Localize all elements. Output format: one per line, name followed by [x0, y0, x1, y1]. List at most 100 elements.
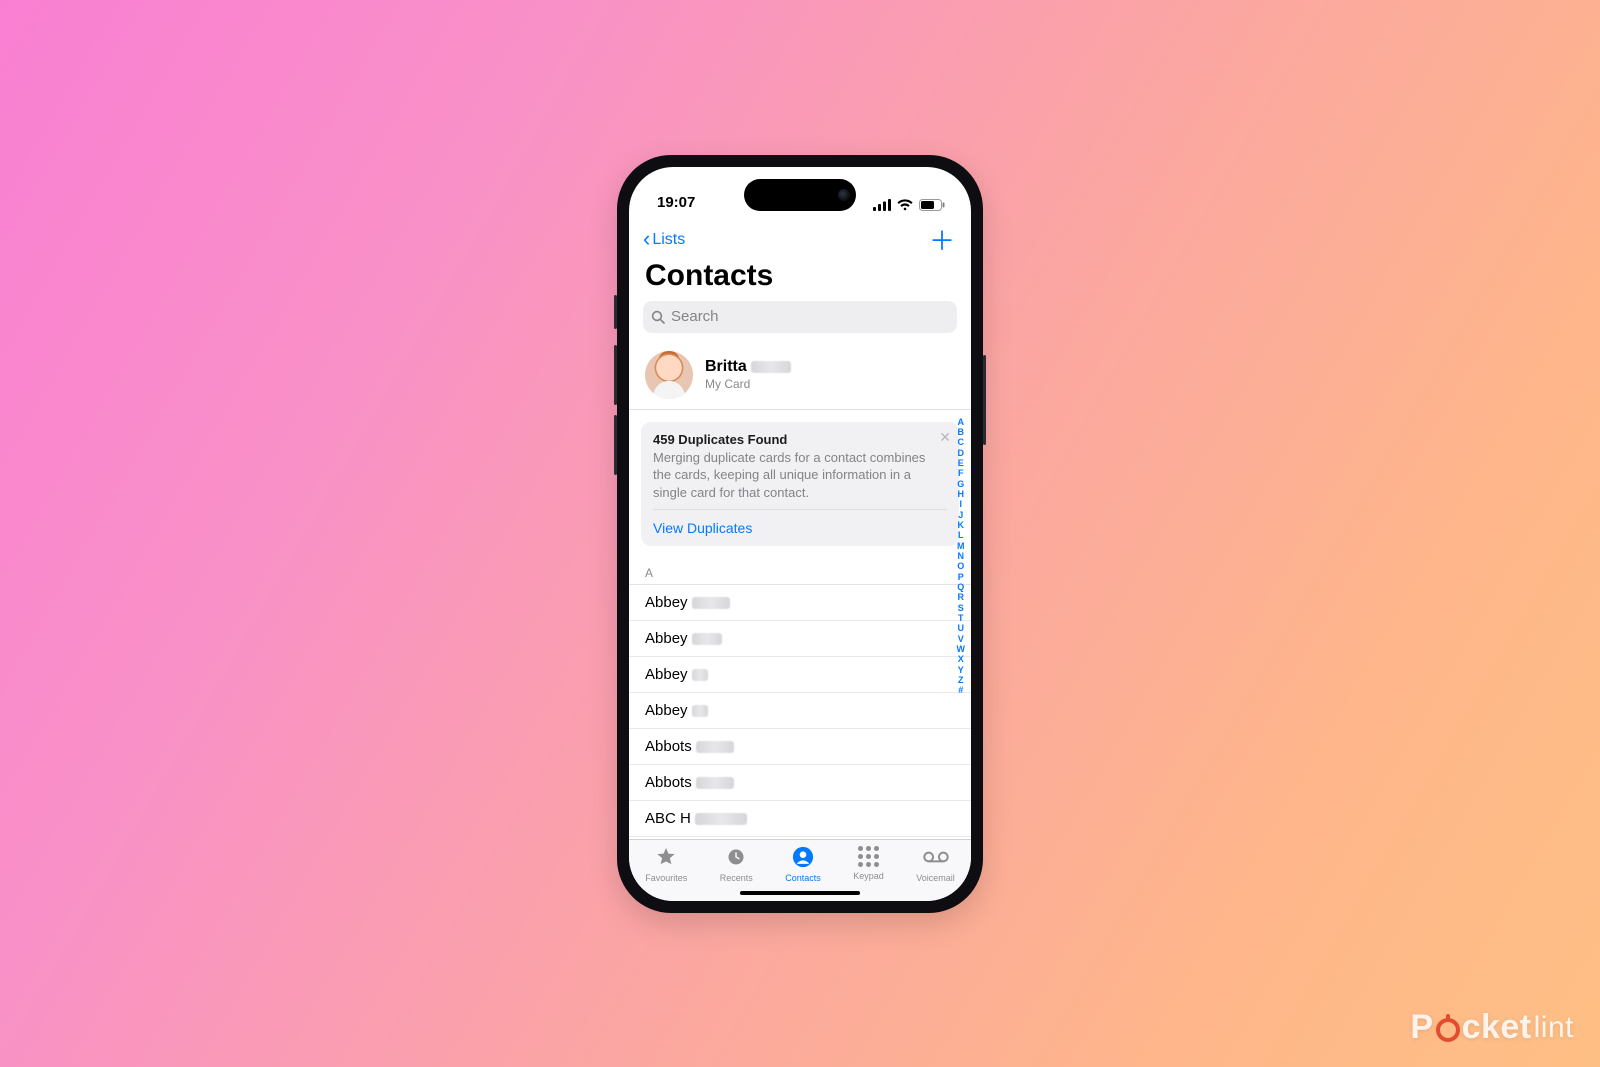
index-letter[interactable]: W [957, 644, 966, 654]
redaction [692, 597, 730, 609]
back-label: Lists [652, 231, 685, 249]
battery-icon [919, 199, 945, 211]
index-letter[interactable]: H [958, 489, 965, 499]
avatar [645, 351, 693, 399]
watermark-cket: cket [1462, 1008, 1532, 1047]
contact-row[interactable]: ABC H [629, 801, 971, 837]
contact-name: Abbots [645, 774, 692, 791]
camera-icon [838, 189, 850, 201]
search-placeholder: Search [671, 308, 719, 325]
index-letter[interactable]: J [958, 510, 963, 520]
close-icon[interactable]: ✕ [939, 430, 951, 444]
index-letter[interactable]: I [959, 499, 962, 509]
contact-name: Abbey [645, 702, 688, 719]
watermark-lint: lint [1534, 1011, 1574, 1045]
home-indicator[interactable] [740, 891, 860, 895]
tab-label: Voicemail [916, 873, 955, 883]
watermark-p: P [1410, 1008, 1433, 1047]
screen: 19:07 ‹ Lists ＋ Contacts Search [629, 167, 971, 901]
mute-switch [614, 295, 617, 329]
keypad-icon [858, 846, 879, 868]
redaction [692, 633, 722, 645]
index-letter[interactable]: Q [957, 582, 964, 592]
power-icon [1436, 1018, 1460, 1042]
redaction [751, 361, 791, 373]
dynamic-island [744, 179, 856, 211]
index-letter[interactable]: P [958, 572, 964, 582]
tab-favourites[interactable]: Favourites [645, 846, 687, 883]
contact-name: Abbey [645, 666, 688, 683]
index-letter[interactable]: T [958, 613, 964, 623]
back-button[interactable]: ‹ Lists [643, 230, 685, 250]
search-icon [651, 310, 665, 324]
watermark: P cket lint [1410, 1008, 1574, 1047]
my-card-row[interactable]: Britta My Card [629, 343, 971, 410]
status-time: 19:07 [657, 194, 695, 211]
phone-frame: 19:07 ‹ Lists ＋ Contacts Search [617, 155, 983, 913]
content[interactable]: Britta My Card ✕ 459 Duplicates Found Me… [629, 337, 971, 839]
tab-keypad[interactable]: Keypad [853, 846, 884, 881]
index-letter[interactable]: K [958, 520, 965, 530]
contact-name: Abbey [645, 594, 688, 611]
index-scrubber[interactable]: ABCDEFGHIJKLMNOPQRSTUVWXYZ# [957, 417, 966, 696]
add-button[interactable]: ＋ [929, 221, 957, 258]
plus-icon: ＋ [929, 226, 955, 256]
index-letter[interactable]: S [958, 603, 964, 613]
nav-header: ‹ Lists ＋ Contacts Search [629, 217, 971, 333]
index-letter[interactable]: O [957, 561, 964, 571]
index-letter[interactable]: C [958, 437, 965, 447]
index-letter[interactable]: L [958, 530, 964, 540]
recents-icon [726, 846, 746, 870]
index-letter[interactable]: F [958, 468, 964, 478]
page-title: Contacts [643, 255, 957, 301]
index-letter[interactable]: X [958, 654, 964, 664]
tab-voicemail[interactable]: Voicemail [916, 846, 955, 883]
index-letter[interactable]: B [958, 427, 965, 437]
contact-name: Abbey [645, 630, 688, 647]
voicemail-icon [923, 846, 949, 870]
tab-label: Favourites [645, 873, 687, 883]
contact-row[interactable]: Abbots [629, 765, 971, 801]
duplicates-title: 459 Duplicates Found [653, 432, 947, 447]
power-button [983, 355, 986, 445]
chevron-left-icon: ‹ [643, 228, 650, 250]
index-letter[interactable]: G [957, 479, 964, 489]
index-letter[interactable]: D [958, 448, 965, 458]
redaction [695, 813, 747, 825]
index-letter[interactable]: # [958, 685, 963, 695]
contacts-icon [792, 846, 814, 870]
index-letter[interactable]: N [958, 551, 965, 561]
tab-recents[interactable]: Recents [720, 846, 753, 883]
index-letter[interactable]: Y [958, 665, 964, 675]
contact-row[interactable]: Abbey [629, 621, 971, 657]
search-input[interactable]: Search [643, 301, 957, 333]
tab-contacts[interactable]: Contacts [785, 846, 821, 883]
index-letter[interactable]: U [958, 623, 965, 633]
index-letter[interactable]: M [957, 541, 965, 551]
duplicates-body: Merging duplicate cards for a contact co… [653, 449, 947, 511]
redaction [696, 741, 734, 753]
contact-row[interactable]: Abbots [629, 729, 971, 765]
tab-label: Recents [720, 873, 753, 883]
contact-row[interactable]: Abbey [629, 585, 971, 621]
index-letter[interactable]: A [958, 417, 965, 427]
index-letter[interactable]: E [958, 458, 964, 468]
duplicates-card: ✕ 459 Duplicates Found Merging duplicate… [641, 422, 959, 547]
section-header: A [629, 560, 971, 585]
volume-up-button [614, 345, 617, 405]
redaction [692, 705, 708, 717]
favourites-icon [655, 846, 677, 870]
index-letter[interactable]: V [958, 634, 964, 644]
my-card-sub: My Card [705, 377, 791, 391]
contact-row[interactable]: Abbey [629, 693, 971, 729]
view-duplicates-button[interactable]: View Duplicates [653, 510, 947, 546]
contact-row[interactable]: Abbey [629, 657, 971, 693]
cellular-icon [873, 199, 891, 211]
index-letter[interactable]: R [958, 592, 965, 602]
wifi-icon [897, 199, 913, 211]
index-letter[interactable]: Z [958, 675, 964, 685]
tab-label: Contacts [785, 873, 821, 883]
contact-name: Abbots [645, 738, 692, 755]
redaction [696, 777, 734, 789]
tab-label: Keypad [853, 871, 884, 881]
